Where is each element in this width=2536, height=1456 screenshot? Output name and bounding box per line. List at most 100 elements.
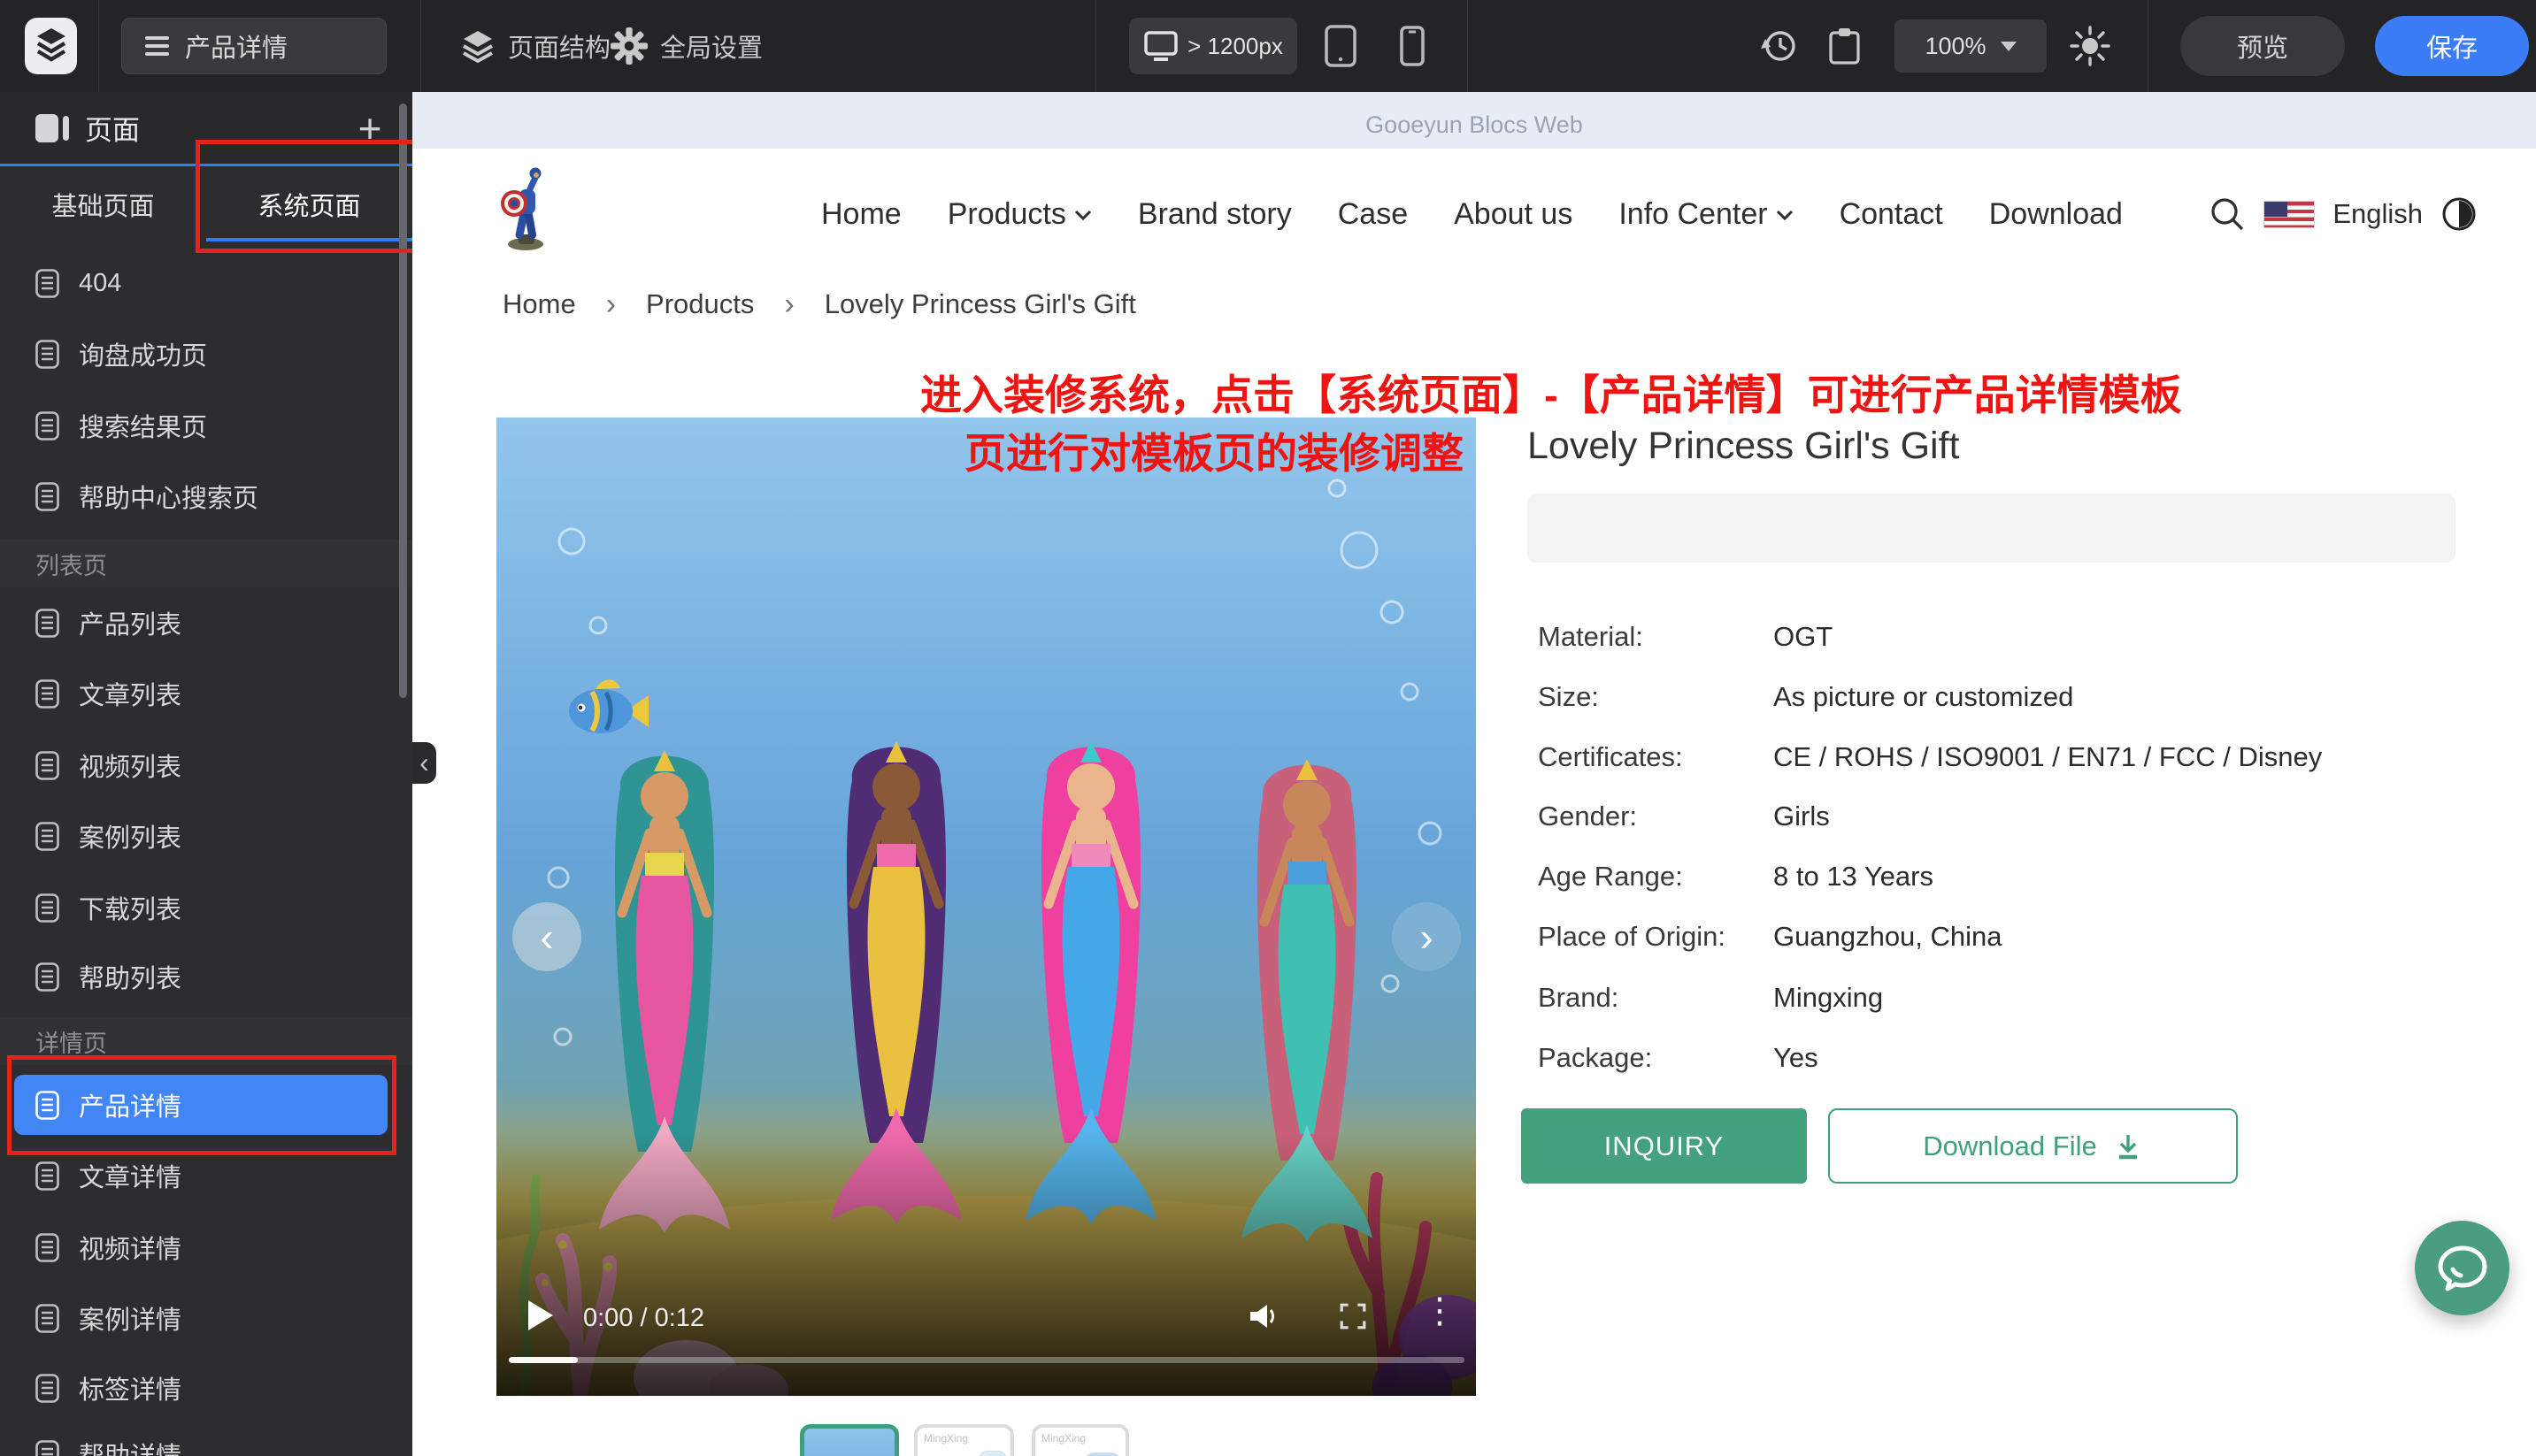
play-button[interactable] bbox=[528, 1300, 553, 1330]
page-icon bbox=[35, 340, 59, 369]
page-icon bbox=[35, 1304, 59, 1333]
page-icon bbox=[35, 609, 59, 638]
page-icon bbox=[35, 1374, 59, 1403]
theme-toggle-icon[interactable] bbox=[2440, 195, 2478, 233]
theme-brightness-button[interactable] bbox=[2070, 0, 2110, 92]
page-icon bbox=[35, 962, 59, 992]
site-preview-page: Home Products Brand story Case About us … bbox=[412, 149, 2536, 1456]
kebab-menu-icon[interactable]: ⋮ bbox=[1422, 1293, 1457, 1329]
us-flag-icon[interactable] bbox=[2263, 201, 2315, 228]
chat-button[interactable] bbox=[2415, 1221, 2509, 1315]
nav-download[interactable]: Download bbox=[1989, 197, 2123, 232]
thumbnail-image-3[interactable]: MingXing bbox=[1032, 1424, 1129, 1456]
product-title: Lovely Princess Girl's Gift bbox=[1527, 425, 1960, 468]
sidebar-item-help-list[interactable]: 帮助列表 bbox=[0, 941, 412, 1012]
sidebar-scrollbar[interactable] bbox=[399, 103, 407, 698]
nav-info-center[interactable]: Info Center bbox=[1618, 197, 1793, 232]
breakpoint-phone-button[interactable] bbox=[1400, 0, 1425, 92]
page-icon bbox=[35, 751, 59, 780]
toolbar-divider bbox=[1095, 0, 1096, 92]
spec-row-material: Material:OGT bbox=[1538, 619, 1833, 655]
tab-system-pages[interactable]: 系统页面 bbox=[206, 166, 412, 241]
preview-label: 预览 bbox=[2237, 27, 2288, 65]
carousel-prev-button[interactable]: ‹ bbox=[512, 902, 581, 971]
breadcrumb-home[interactable]: Home bbox=[503, 288, 576, 320]
nav-products[interactable]: Products bbox=[948, 197, 1092, 232]
inquiry-button[interactable]: INQUIRY bbox=[1521, 1108, 1807, 1184]
editor-canvas: Gooeyun Blocs Web Home Products Brand st… bbox=[412, 92, 2536, 1456]
add-page-button[interactable]: + bbox=[342, 92, 398, 164]
sidebar-item-product-detail[interactable]: 产品详情 bbox=[14, 1075, 388, 1135]
tab-basic-pages[interactable]: 基础页面 bbox=[0, 166, 206, 241]
breakpoint-label: > 1200px bbox=[1187, 33, 1283, 60]
sidebar-collapse-button[interactable]: ‹ bbox=[412, 742, 436, 784]
thumbnail-image-2[interactable]: MingXing bbox=[914, 1424, 1014, 1456]
nav-case[interactable]: Case bbox=[1338, 197, 1408, 232]
nav-contact[interactable]: Contact bbox=[1840, 197, 1943, 232]
thumbnail-watermark: MingXing bbox=[924, 1432, 968, 1445]
sidebar-item-search-results[interactable]: 搜索结果页 bbox=[0, 390, 412, 461]
breadcrumb-current: Lovely Princess Girl's Gift bbox=[825, 288, 1136, 320]
spec-row-age-range: Age Range:8 to 13 Years bbox=[1538, 859, 1933, 894]
sidebar-item-article-list[interactable]: 文章列表 bbox=[0, 658, 412, 729]
nav-about-us[interactable]: About us bbox=[1454, 197, 1572, 232]
sidebar-item-case-list[interactable]: 案例列表 bbox=[0, 801, 412, 871]
zoom-level-value: 100% bbox=[1925, 33, 1986, 60]
breakpoint-tablet-button[interactable] bbox=[1325, 0, 1356, 92]
thumbnail-watermark: MingXing bbox=[1041, 1432, 1086, 1445]
page-icon bbox=[35, 893, 59, 923]
video-time: 0:00 / 0:12 bbox=[583, 1304, 704, 1333]
thumbnail-video-selected[interactable] bbox=[800, 1424, 899, 1456]
sidebar-item-video-list[interactable]: 视频列表 bbox=[0, 730, 412, 801]
sidebar-item-product-list[interactable]: 产品列表 bbox=[0, 587, 412, 658]
video-controls-gradient bbox=[496, 1130, 1476, 1396]
language-selector[interactable]: English bbox=[2332, 198, 2423, 230]
page-icon bbox=[35, 1091, 59, 1120]
sidebar-item-help-detail[interactable]: 帮助详情 bbox=[0, 1419, 412, 1456]
thumbnail-graphic bbox=[979, 1451, 1007, 1456]
sidebar-item-tag-detail[interactable]: 标签详情 bbox=[0, 1353, 412, 1423]
carousel-next-button[interactable]: › bbox=[1392, 902, 1461, 971]
canvas-watermark: Gooeyun Blocs Web bbox=[412, 111, 2536, 139]
page-structure-button[interactable]: 页面结构 bbox=[460, 0, 611, 92]
sidebar-item-404[interactable]: 404 bbox=[0, 248, 412, 318]
toolbar-divider bbox=[420, 0, 421, 92]
sidebar-item-case-detail[interactable]: 案例详情 bbox=[0, 1283, 412, 1353]
sidebar-item-download-list[interactable]: 下载列表 bbox=[0, 872, 412, 943]
spec-row-brand: Brand:Mingxing bbox=[1538, 980, 1883, 1015]
preview-button[interactable]: 预览 bbox=[2180, 16, 2345, 76]
site-logo[interactable] bbox=[496, 166, 555, 256]
breadcrumb-products[interactable]: Products bbox=[646, 288, 754, 320]
volume-button[interactable] bbox=[1249, 1302, 1280, 1330]
tutorial-annotation-line1: 进入装修系统，点击【系统页面】-【产品详情】可进行产品详情模板 bbox=[920, 361, 2182, 422]
menu-icon bbox=[145, 32, 169, 60]
nav-home[interactable]: Home bbox=[821, 197, 902, 232]
page-icon bbox=[35, 411, 59, 441]
spec-row-size: Size:As picture or customized bbox=[1538, 679, 2073, 715]
layers-icon bbox=[460, 28, 496, 64]
product-video-player[interactable]: ‹ › 0:00 / 0:12 ⋮ bbox=[496, 418, 1476, 1396]
video-progress-bar[interactable] bbox=[509, 1357, 1464, 1363]
monitor-icon bbox=[1143, 30, 1179, 63]
save-button[interactable]: 保存 bbox=[2375, 16, 2529, 76]
sidebar-item-article-detail[interactable]: 文章详情 bbox=[0, 1140, 412, 1211]
nav-brand-story[interactable]: Brand story bbox=[1138, 197, 1292, 232]
sidebar-item-help-search[interactable]: 帮助中心搜索页 bbox=[0, 461, 412, 532]
zoom-level-dropdown[interactable]: 100% bbox=[1894, 19, 2047, 73]
search-icon[interactable] bbox=[2209, 195, 2246, 233]
sidebar-item-video-detail[interactable]: 视频详情 bbox=[0, 1212, 412, 1283]
download-file-button[interactable]: Download File bbox=[1828, 1108, 2238, 1184]
history-button[interactable] bbox=[1757, 0, 1800, 92]
chevron-right-icon: › bbox=[784, 289, 794, 319]
breakpoint-desktop-button[interactable]: > 1200px bbox=[1129, 18, 1297, 74]
spec-row-package: Package:Yes bbox=[1538, 1040, 1818, 1076]
sidebar-section-list-pages: 列表页 bbox=[0, 540, 412, 587]
sidebar-item-inquiry-success[interactable]: 询盘成功页 bbox=[0, 318, 412, 389]
page-icon bbox=[35, 1440, 59, 1456]
fullscreen-button[interactable] bbox=[1339, 1302, 1367, 1330]
app-logo-icon[interactable] bbox=[25, 18, 77, 74]
clipboard-button[interactable] bbox=[1828, 0, 1861, 92]
global-settings-button[interactable]: 全局设置 bbox=[611, 0, 763, 92]
spec-row-origin: Place of Origin:Guangzhou, China bbox=[1538, 919, 2002, 954]
current-page-button[interactable]: 产品详情 bbox=[121, 18, 387, 74]
